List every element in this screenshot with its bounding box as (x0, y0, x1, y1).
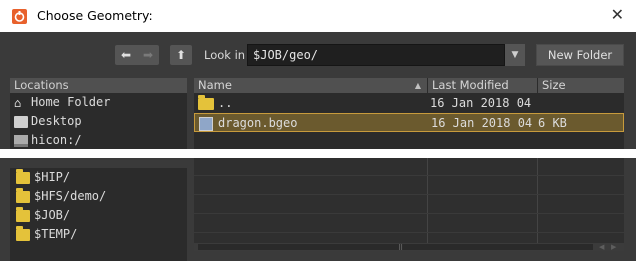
location-item-label: Home Folder (31, 95, 111, 109)
bookmarks-panel: $HIP/ $HFS/demo/ $JOB/ $TEMP/ (10, 168, 187, 261)
home-icon: ⌂ (14, 95, 22, 110)
column-header-last-modified[interactable]: Last Modified (428, 78, 537, 93)
folder-icon (16, 168, 30, 184)
bookmark-label: $HFS/demo/ (34, 189, 107, 203)
history-nav-group: ⬅ ➡ (115, 45, 159, 65)
look-in-label: Look in (204, 48, 246, 62)
file-row-dragon-bgeo[interactable]: dragon.bgeo 16 Jan 2018 04 6 KB (194, 113, 624, 132)
locations-panel: Locations ⌂ Home Folder Desktop hicon:/ (10, 78, 187, 149)
bookmark-label: $HIP/ (34, 170, 71, 184)
scroll-left-icon[interactable]: ◀ (599, 243, 604, 251)
row-divider (194, 232, 624, 233)
sort-ascending-icon: ▲ (414, 81, 421, 90)
bookmark-label: $TEMP/ (34, 227, 78, 241)
row-divider (194, 194, 624, 195)
bookmark-item-temp[interactable]: $TEMP/ (10, 225, 187, 244)
window-title: Choose Geometry: (37, 8, 153, 23)
grip-icon: ⠿ (398, 244, 404, 252)
folder-icon (16, 187, 30, 203)
column-header-label: Name (198, 78, 232, 92)
panel-divider[interactable] (0, 149, 636, 158)
file-list-continuation: ⠿ ◀ ▶ (194, 158, 624, 252)
file-modified: 16 Jan 2018 04 (430, 96, 532, 110)
folder-icon (198, 94, 214, 110)
houdini-icon (12, 9, 27, 24)
location-item-label: hicon:/ (31, 133, 82, 147)
forward-button[interactable]: ➡ (137, 45, 159, 65)
file-size: 6 KB (538, 116, 567, 130)
bookmark-label: $JOB/ (34, 208, 71, 222)
column-divider (537, 158, 538, 243)
close-button[interactable]: ✕ (611, 6, 624, 24)
location-item-desktop[interactable]: Desktop (10, 112, 187, 131)
locations-header: Locations (10, 78, 187, 93)
file-row-parent[interactable]: .. 16 Jan 2018 04 (194, 94, 624, 113)
location-item-label: Desktop (31, 114, 82, 128)
location-item-hicon[interactable]: hicon:/ (10, 131, 187, 150)
bookmark-item-hfs-demo[interactable]: $HFS/demo/ (10, 187, 187, 206)
column-header-size[interactable]: Size (538, 78, 624, 93)
back-button[interactable]: ⬅ (115, 45, 137, 65)
file-list-table: Name ▲ Last Modified Size .. 16 Jan 2018… (194, 78, 624, 149)
column-header-name[interactable]: Name ▲ (194, 78, 427, 93)
scrollbar-thumb[interactable]: ⠿ (198, 244, 593, 252)
desktop-icon (14, 115, 28, 128)
folder-icon (16, 225, 30, 241)
path-dropdown-button[interactable]: ▼ (505, 44, 525, 66)
toolbar: ⬅ ➡ ⬆ Look in $JOB/geo/ ▼ New Folder (0, 32, 636, 76)
browser-lower-panel: $HIP/ $HFS/demo/ $JOB/ $TEMP/ ⠿ ◀ ▶ (0, 158, 636, 261)
title-bar: Choose Geometry: ✕ (0, 0, 636, 32)
bookmark-item-job[interactable]: $JOB/ (10, 206, 187, 225)
parent-directory-button[interactable]: ⬆ (170, 45, 192, 65)
new-folder-button[interactable]: New Folder (536, 44, 624, 66)
row-divider (194, 213, 624, 214)
file-name: .. (218, 96, 233, 110)
file-modified: 16 Jan 2018 04 (431, 116, 533, 130)
bookmark-item-hip[interactable]: $HIP/ (10, 168, 187, 187)
geometry-file-icon (199, 116, 213, 131)
scroll-right-icon[interactable]: ▶ (611, 243, 616, 251)
location-item-home-folder[interactable]: ⌂ Home Folder (10, 93, 187, 112)
file-name: dragon.bgeo (218, 116, 298, 130)
path-input[interactable]: $JOB/geo/ (247, 44, 505, 66)
row-divider (194, 175, 624, 176)
browser-upper-panel: ⬅ ➡ ⬆ Look in $JOB/geo/ ▼ New Folder Loc… (0, 32, 636, 149)
folder-icon (16, 206, 30, 222)
column-divider (427, 158, 428, 243)
horizontal-scrollbar[interactable]: ⠿ ◀ ▶ (194, 243, 624, 252)
drive-icon (14, 134, 28, 147)
